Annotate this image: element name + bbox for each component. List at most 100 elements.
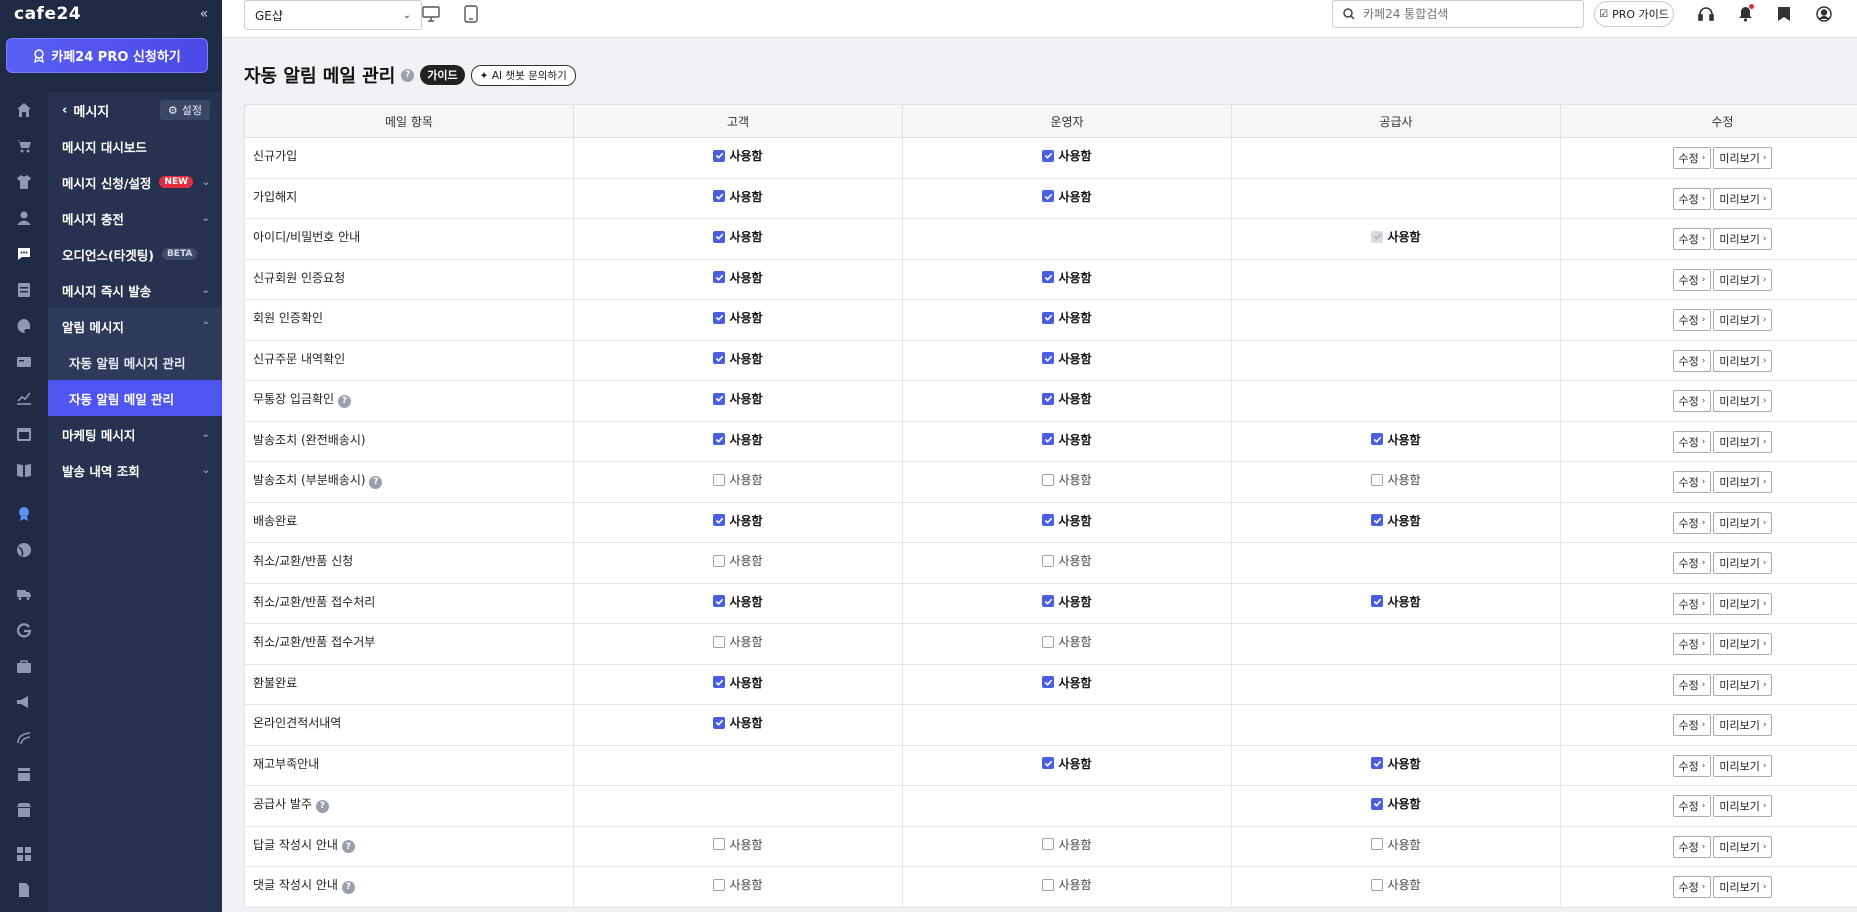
- supplier-use-checkbox[interactable]: 사용함: [1371, 471, 1421, 488]
- preview-button[interactable]: 미리보기 ›: [1713, 187, 1773, 210]
- edit-button[interactable]: 수정 ›: [1672, 268, 1712, 291]
- checkbox-checked[interactable]: [1042, 595, 1055, 607]
- preview-button[interactable]: 미리보기 ›: [1713, 228, 1773, 250]
- operator-use-checkbox[interactable]: 사용함: [1042, 147, 1092, 164]
- menu-item-apply-settings[interactable]: 메시지 신청/설정 NEW ⌄: [48, 164, 222, 200]
- preview-button[interactable]: 미리보기 ›: [1713, 390, 1773, 412]
- checkbox-checked[interactable]: [713, 311, 726, 324]
- supplier-use-checkbox[interactable]: 사용함: [1371, 876, 1421, 893]
- edit-button[interactable]: 수정 ›: [1672, 673, 1712, 696]
- pc-view-icon[interactable]: [420, 2, 442, 26]
- cafe24-logo[interactable]: cafe24: [14, 4, 81, 26]
- checkbox-unchecked[interactable]: [1042, 878, 1055, 891]
- file-icon[interactable]: [0, 872, 48, 908]
- checkbox-checked[interactable]: [713, 271, 726, 283]
- customer-use-checkbox[interactable]: 사용함: [713, 309, 763, 326]
- operator-use-checkbox[interactable]: 사용함: [1042, 350, 1092, 367]
- checkbox-checked[interactable]: [1371, 514, 1384, 526]
- preview-button[interactable]: 미리보기 ›: [1713, 430, 1773, 453]
- preview-button[interactable]: 미리보기 ›: [1713, 795, 1773, 817]
- customer-use-checkbox[interactable]: 사용함: [713, 147, 763, 164]
- preview-button[interactable]: 미리보기 ›: [1713, 552, 1773, 574]
- checkbox-unchecked[interactable]: [1042, 554, 1055, 567]
- headset-icon[interactable]: [1694, 2, 1718, 26]
- operator-use-checkbox[interactable]: 사용함: [1042, 755, 1092, 772]
- edit-button[interactable]: 수정 ›: [1672, 795, 1712, 817]
- sidebar-collapse-icon[interactable]: «: [194, 4, 214, 24]
- edit-button[interactable]: 수정 ›: [1672, 471, 1712, 493]
- operator-use-checkbox[interactable]: 사용함: [1042, 876, 1092, 893]
- checkbox-checked[interactable]: [713, 595, 726, 607]
- customer-use-checkbox[interactable]: 사용함: [713, 714, 763, 731]
- menu-back-button[interactable]: ‹ 메시지: [62, 101, 109, 120]
- checkbox-checked[interactable]: [1371, 797, 1384, 810]
- preview-button[interactable]: 미리보기 ›: [1713, 309, 1773, 331]
- edit-button[interactable]: 수정 ›: [1672, 714, 1712, 736]
- help-icon[interactable]: ?: [401, 68, 415, 82]
- preview-button[interactable]: 미리보기 ›: [1713, 633, 1773, 655]
- book-icon[interactable]: [0, 452, 48, 488]
- global-icon[interactable]: [0, 532, 48, 568]
- supplier-use-checkbox[interactable]: 사용함: [1371, 795, 1421, 812]
- badge-icon[interactable]: [0, 496, 48, 532]
- edit-button[interactable]: 수정 ›: [1672, 754, 1712, 777]
- operator-use-checkbox[interactable]: 사용함: [1042, 431, 1092, 448]
- checkbox-unchecked[interactable]: [713, 838, 726, 850]
- promotion-icon[interactable]: [0, 344, 48, 380]
- operator-use-checkbox[interactable]: 사용함: [1042, 471, 1092, 488]
- menu-item-marketing[interactable]: 마케팅 메시지 ⌄: [48, 416, 222, 452]
- preview-button[interactable]: 미리보기 ›: [1713, 349, 1773, 372]
- customer-use-checkbox[interactable]: 사용함: [713, 269, 763, 286]
- guide-button[interactable]: 가이드: [420, 65, 465, 85]
- customer-use-checkbox[interactable]: 사용함: [713, 633, 763, 650]
- checkbox-checked[interactable]: [1042, 514, 1055, 526]
- checkbox-checked[interactable]: [1042, 392, 1055, 405]
- preview-button[interactable]: 미리보기 ›: [1713, 876, 1773, 898]
- checkbox-checked[interactable]: [1371, 757, 1384, 769]
- edit-button[interactable]: 수정 ›: [1672, 309, 1712, 331]
- edit-button[interactable]: 수정 ›: [1672, 430, 1712, 453]
- menu-item-charge[interactable]: 메시지 충전 ⌄: [48, 200, 222, 236]
- link-icon[interactable]: [0, 720, 48, 756]
- preview-button[interactable]: 미리보기 ›: [1713, 714, 1773, 736]
- checkbox-checked[interactable]: [713, 149, 726, 162]
- customer-use-checkbox[interactable]: 사용함: [713, 876, 763, 893]
- edit-button[interactable]: 수정 ›: [1672, 552, 1712, 574]
- calendar-icon[interactable]: [0, 416, 48, 452]
- customer-use-checkbox[interactable]: 사용함: [713, 431, 763, 448]
- edit-button[interactable]: 수정 ›: [1672, 876, 1712, 898]
- operator-use-checkbox[interactable]: 사용함: [1042, 309, 1092, 326]
- menu-item-history[interactable]: 발송 내역 조회 ⌄: [48, 452, 222, 488]
- ai-chatbot-button[interactable]: ✦ AI 챗봇 문의하기: [470, 64, 576, 86]
- edit-button[interactable]: 수정 ›: [1672, 390, 1712, 412]
- submenu-auto-message[interactable]: 자동 알림 메시지 관리: [48, 344, 222, 380]
- user-icon[interactable]: [0, 200, 48, 236]
- operator-use-checkbox[interactable]: 사용함: [1042, 836, 1092, 853]
- checkbox-unchecked[interactable]: [713, 878, 726, 891]
- checkbox-unchecked[interactable]: [1042, 838, 1055, 850]
- menu-item-dashboard[interactable]: 메시지 대시보드: [48, 128, 222, 164]
- search-box[interactable]: [1332, 0, 1584, 28]
- customer-use-checkbox[interactable]: 사용함: [713, 188, 763, 205]
- checkbox-checked[interactable]: [1371, 595, 1384, 607]
- checkbox-checked[interactable]: [713, 190, 726, 202]
- operator-use-checkbox[interactable]: 사용함: [1042, 390, 1092, 407]
- pro-apply-button[interactable]: 카페24 PRO 신청하기: [6, 38, 208, 73]
- checkbox-unchecked[interactable]: [713, 554, 726, 567]
- shop-icon[interactable]: [0, 792, 48, 828]
- checkbox-checked[interactable]: [1042, 676, 1055, 688]
- customer-use-checkbox[interactable]: 사용함: [713, 836, 763, 853]
- edit-button[interactable]: 수정 ›: [1672, 592, 1712, 615]
- operator-use-checkbox[interactable]: 사용함: [1042, 552, 1092, 569]
- board-icon[interactable]: [0, 272, 48, 308]
- checkbox-checked[interactable]: [713, 676, 726, 688]
- edit-button[interactable]: 수정 ›: [1672, 349, 1712, 372]
- checkbox-checked[interactable]: [1042, 311, 1055, 324]
- submenu-auto-mail[interactable]: 자동 알림 메일 관리: [48, 380, 222, 416]
- menu-item-audience[interactable]: 오디언스(타겟팅) BETA: [48, 236, 222, 272]
- supplier-use-checkbox[interactable]: 사용함: [1371, 593, 1421, 610]
- checkbox-checked[interactable]: [713, 433, 726, 445]
- customer-use-checkbox[interactable]: 사용함: [713, 228, 763, 245]
- preview-button[interactable]: 미리보기 ›: [1713, 268, 1773, 291]
- search-input[interactable]: [1363, 7, 1563, 21]
